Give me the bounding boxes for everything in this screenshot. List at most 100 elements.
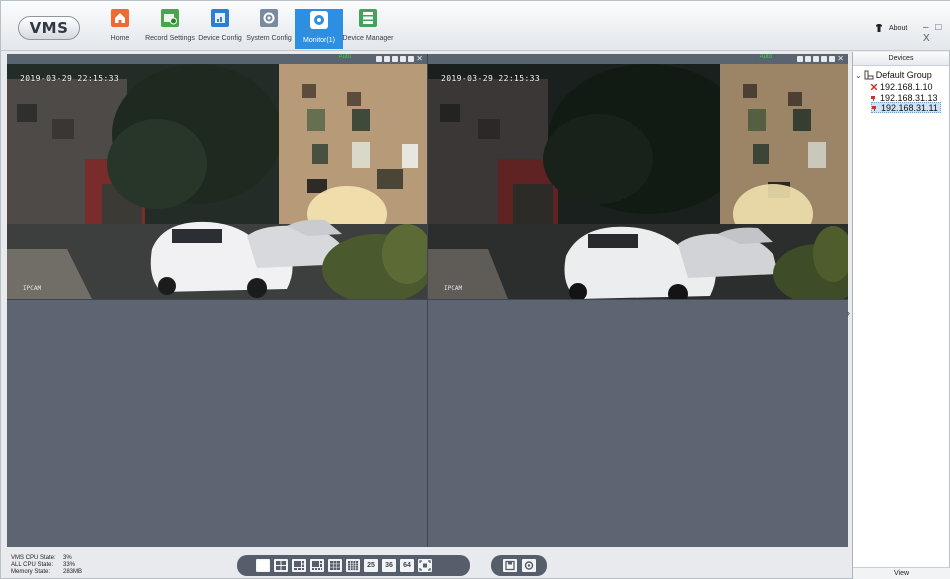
layout-9-icon (330, 561, 340, 570)
layout-16-icon (348, 561, 359, 571)
memory-label: Memory State: (11, 569, 51, 575)
camera-feed-image (7, 64, 427, 299)
nav-monitor[interactable]: Monitor(1) (295, 9, 343, 49)
audio-icon[interactable] (392, 56, 399, 62)
record-icon[interactable] (376, 56, 383, 62)
video-pane-top-left[interactable]: Auto ✕ 2019-03-29 22:15:33 IPCAM (7, 54, 427, 299)
video-pane-bottom-right[interactable] (428, 300, 848, 547)
nav-home[interactable]: Home (107, 7, 133, 47)
close-icon[interactable]: ✕ (416, 55, 423, 63)
layout-16-button[interactable] (346, 559, 360, 572)
fullscreen-button[interactable] (418, 559, 432, 572)
top-toolbar: VMS Home Record Settings Device Config S… (1, 1, 950, 51)
group-icon (864, 70, 874, 80)
device-ip: 192.168.31.11 (881, 102, 938, 113)
auto-label: Auto (338, 54, 351, 60)
layout-selector-bar: 25 36 64 (237, 555, 470, 576)
pane-toolbar: ✕ (797, 54, 844, 64)
window-controls[interactable]: – □ X (923, 22, 950, 44)
vms-window: VMS Home Record Settings Device Config S… (0, 0, 950, 579)
snapshot-icon[interactable] (805, 56, 812, 62)
layout-4-icon (276, 561, 286, 570)
ptz-icon[interactable] (821, 56, 828, 62)
group-label: Default Group (875, 70, 932, 80)
osd-timestamp: 2019-03-29 22:15:33 (441, 74, 541, 83)
about-button[interactable]: About (875, 24, 907, 32)
device-config-icon (211, 9, 229, 27)
save-icon (504, 560, 515, 571)
nav-record-settings[interactable]: Record Settings (145, 7, 195, 47)
about-label: About (889, 24, 908, 32)
layout-8-button[interactable] (310, 559, 324, 572)
nav-device-config-label: Device Config (198, 35, 242, 42)
osd-camera-name: IPCAM (23, 285, 42, 292)
layout-6-button[interactable] (292, 559, 306, 572)
devices-panel: Devices ⌄ Default Group 192.168.1.10 192… (852, 52, 950, 579)
osd-timestamp: 2019-03-29 22:15:33 (20, 74, 120, 83)
all-cpu-label: ALL CPU State: (11, 562, 54, 568)
nav-device-config[interactable]: Device Config (198, 7, 242, 47)
camera-icon (871, 95, 875, 101)
osd-camera-name: IPCAM (444, 285, 463, 292)
home-icon (111, 9, 129, 27)
all-cpu-value: 33% (63, 562, 76, 568)
shirt-icon (876, 24, 882, 32)
nav-system-config-label: System Config (246, 35, 292, 42)
memory-value: 283MB (63, 569, 83, 575)
pane-toolbar: ✕ (376, 54, 423, 64)
camera-icon (872, 105, 876, 111)
layout-1-icon (257, 560, 269, 571)
audio-icon[interactable] (813, 56, 820, 62)
snapshot-icon[interactable] (384, 56, 391, 62)
fullscreen-icon (419, 560, 431, 571)
nav-device-manager-label: Device Manager (342, 35, 394, 42)
video-grid: Auto ✕ 2019-03-29 22:15:33 IPCAM Auto ✕ … (7, 54, 848, 547)
view-tab[interactable]: View (853, 567, 950, 579)
monitor-icon (310, 11, 328, 29)
tree-device-item-selected[interactable]: 192.168.31.11 (871, 102, 941, 113)
video-pane-top-right[interactable]: Auto ✕ 2019-03-29 22:15:33 IPCAM (428, 54, 848, 299)
record-controls-bar (491, 555, 547, 576)
nav-system-config[interactable]: System Config (246, 7, 292, 47)
nav-home-label: Home (110, 35, 130, 42)
system-status: VMS CPU State: 3% ALL CPU State: 33% Memor… (11, 555, 82, 576)
pane-header-top-right: Auto ✕ (428, 54, 848, 64)
device-manager-icon (359, 9, 377, 27)
layout-36-button[interactable]: 36 (382, 559, 396, 572)
device-ip: 192.168.1.10 (880, 81, 933, 92)
layout-4-button[interactable] (274, 559, 288, 572)
tree-device-item[interactable]: 192.168.1.10 (871, 81, 933, 92)
camera-feed-image (428, 64, 848, 299)
pane-header-top-left: Auto ✕ (7, 54, 427, 64)
system-config-icon (260, 9, 278, 27)
record-settings-icon (161, 9, 179, 27)
layout-1-button[interactable] (256, 559, 270, 572)
vms-cpu-value: 3% (63, 555, 72, 561)
vms-logo: VMS (18, 16, 80, 40)
devices-title: Devices (853, 52, 949, 66)
close-icon[interactable]: ✕ (837, 55, 844, 63)
expand-chevron-icon[interactable]: ⌄ (855, 71, 862, 80)
vms-cpu-label: VMS CPU State: (11, 555, 56, 561)
talk-icon[interactable] (408, 56, 415, 62)
auto-label: Auto (759, 54, 772, 60)
pane-divider-horizontal (7, 299, 848, 300)
ptz-icon[interactable] (400, 56, 407, 62)
layout-64-button[interactable]: 64 (400, 559, 414, 572)
record-icon[interactable] (797, 56, 804, 62)
nav-device-manager[interactable]: Device Manager (342, 7, 394, 47)
save-button[interactable] (502, 559, 517, 572)
nav-monitor-label: Monitor(1) (303, 37, 335, 44)
device-ip: 192.168.31.13 (880, 92, 938, 103)
video-pane-bottom-left[interactable] (7, 300, 427, 547)
settings-icon (524, 561, 533, 570)
layout-9-button[interactable] (328, 559, 342, 572)
pane-divider-vertical (427, 54, 428, 547)
settings-button[interactable] (521, 559, 536, 572)
layout-8-icon (312, 561, 322, 570)
layout-25-button[interactable]: 25 (364, 559, 378, 572)
layout-6-icon (294, 561, 304, 570)
talk-icon[interactable] (829, 56, 836, 62)
nav-record-settings-label: Record Settings (145, 35, 195, 42)
tree-group-default[interactable]: ⌄ Default Group (855, 70, 932, 80)
